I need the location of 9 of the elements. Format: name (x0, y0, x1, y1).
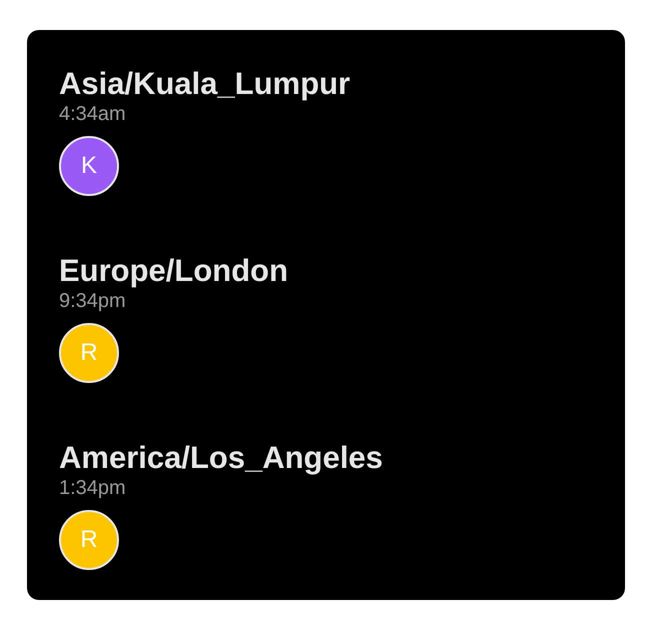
avatar: R (59, 510, 119, 570)
timezone-name: America/Los_Angeles (59, 440, 384, 476)
avatar: K (59, 136, 119, 196)
local-time: 4:34am (59, 102, 127, 126)
timezone-name: Asia/Kuala_Lumpur (59, 66, 352, 102)
local-time: 9:34pm (59, 289, 127, 313)
local-time: 1:34pm (59, 476, 127, 500)
avatar: R (59, 323, 119, 383)
timezone-name: Europe/London (59, 253, 290, 289)
